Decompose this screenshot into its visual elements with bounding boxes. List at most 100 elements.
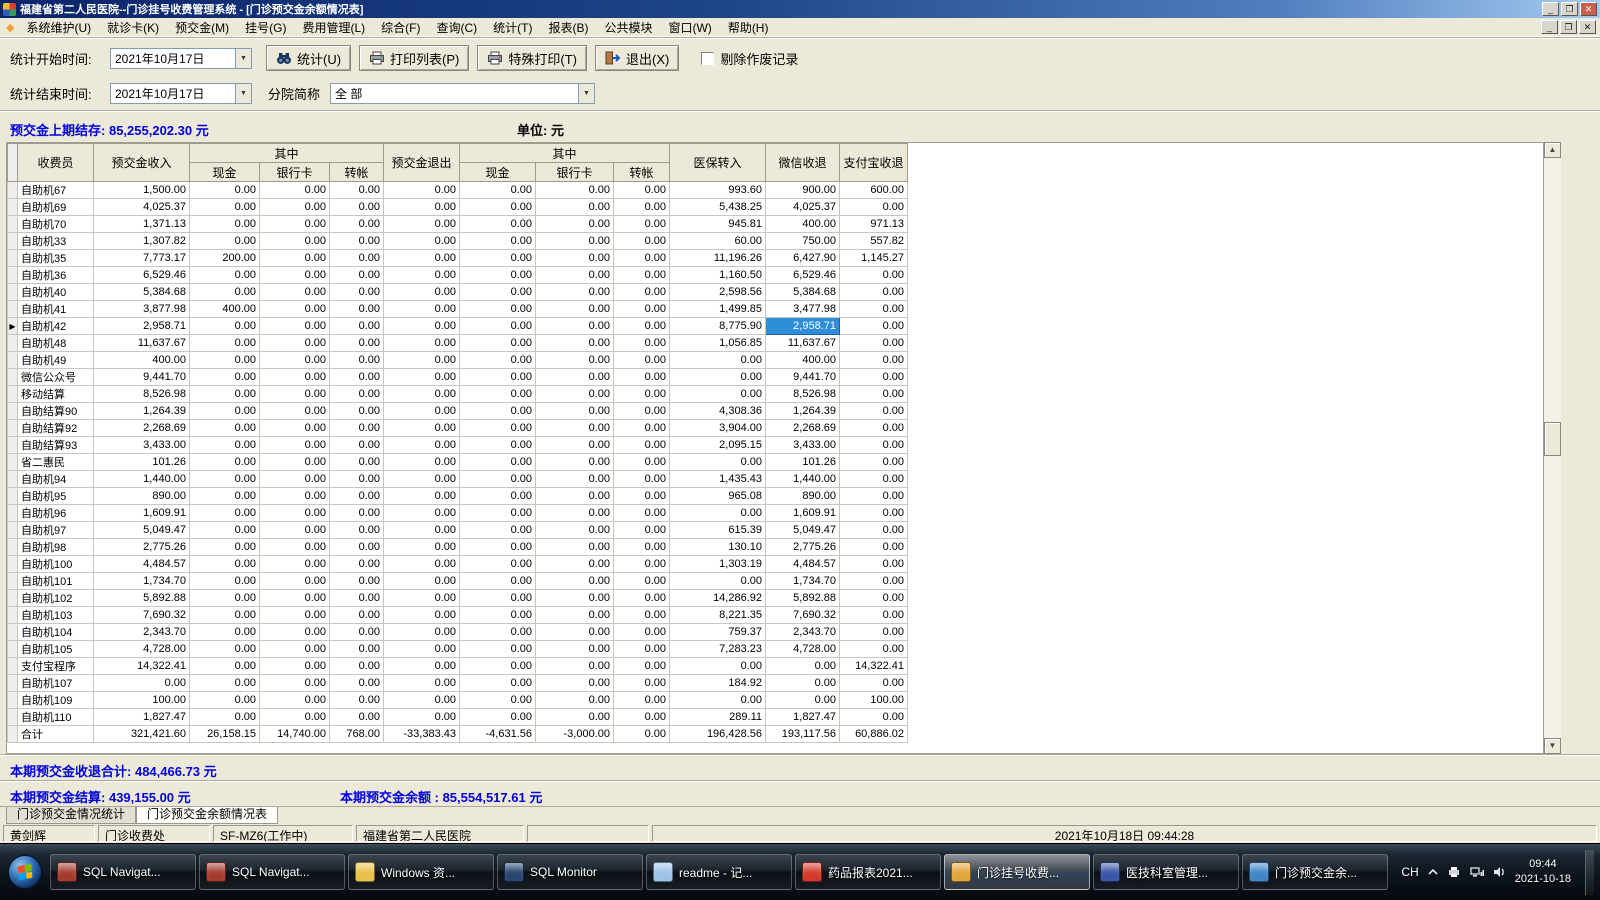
table-row[interactable]: 自助机104 2,343.70 0.00 0.00 0.00 0.00 0.00 0.00 0.…: [7, 623, 908, 641]
value-cell[interactable]: 0.00: [669, 657, 766, 675]
value-cell[interactable]: 4,308.36: [669, 402, 766, 420]
value-cell[interactable]: 5,384.68: [765, 283, 840, 301]
taskbar-button[interactable]: SQL Navigat...: [50, 854, 196, 890]
value-cell[interactable]: 0.00: [383, 674, 460, 692]
value-cell[interactable]: 0.00: [839, 402, 908, 420]
value-cell[interactable]: 0.00: [613, 283, 670, 301]
value-cell[interactable]: 130.10: [669, 538, 766, 556]
value-cell[interactable]: 1,440.00: [93, 470, 190, 488]
value-cell[interactable]: 0.00: [535, 572, 614, 590]
value-cell[interactable]: 0.00: [459, 181, 536, 199]
chevron-down-icon[interactable]: ▼: [235, 48, 251, 68]
taskbar-button[interactable]: readme - 记...: [646, 854, 792, 890]
value-cell[interactable]: 2,958.71: [93, 317, 190, 335]
value-cell[interactable]: 0.00: [259, 232, 330, 250]
value-cell[interactable]: 400.00: [765, 215, 840, 233]
value-cell[interactable]: 0.00: [259, 351, 330, 369]
value-cell[interactable]: 0.00: [613, 300, 670, 318]
value-cell[interactable]: 0.00: [383, 691, 460, 709]
table-row[interactable]: 自助机100 4,484.57 0.00 0.00 0.00 0.00 0.00 0.00 0.…: [7, 555, 908, 573]
value-cell[interactable]: 0.00: [189, 589, 260, 607]
value-cell[interactable]: 11,637.67: [93, 334, 190, 352]
menu-item[interactable]: 报表(B): [540, 17, 596, 38]
value-cell[interactable]: 0.00: [329, 674, 384, 692]
value-cell[interactable]: 0.00: [839, 300, 908, 318]
value-cell[interactable]: 0.00: [329, 266, 384, 284]
value-cell[interactable]: 7,690.32: [93, 606, 190, 624]
value-cell[interactable]: 0.00: [613, 334, 670, 352]
cashier-cell[interactable]: 自助机41: [17, 300, 94, 318]
table-row[interactable]: 自助结算90 1,264.39 0.00 0.00 0.00 0.00 0.00 0.00 0.…: [7, 402, 908, 420]
value-cell[interactable]: 0.00: [189, 504, 260, 522]
value-cell[interactable]: 0.00: [535, 504, 614, 522]
value-cell[interactable]: 5,438.25: [669, 198, 766, 216]
value-cell[interactable]: 0.00: [765, 657, 840, 675]
value-cell[interactable]: 0.00: [189, 232, 260, 250]
value-cell[interactable]: 0.00: [259, 504, 330, 522]
menu-item[interactable]: 窗口(W): [660, 17, 719, 38]
value-cell[interactable]: 0.00: [613, 198, 670, 216]
value-cell[interactable]: 0.00: [839, 640, 908, 658]
value-cell[interactable]: 890.00: [765, 487, 840, 505]
value-cell[interactable]: 0.00: [259, 181, 330, 199]
value-cell[interactable]: 0.00: [535, 181, 614, 199]
value-cell[interactable]: 0.00: [765, 691, 840, 709]
table-row[interactable]: 自助机97 5,049.47 0.00 0.00 0.00 0.00 0.00 0.00 0.0…: [7, 521, 908, 539]
value-cell[interactable]: 101.26: [93, 453, 190, 471]
value-cell[interactable]: 4,484.57: [765, 555, 840, 573]
end-time-combobox[interactable]: 2021年10月17日 ▼: [110, 82, 252, 104]
menu-item[interactable]: 综合(F): [373, 17, 428, 38]
value-cell[interactable]: 0.00: [839, 504, 908, 522]
cashier-cell[interactable]: 自助机70: [17, 215, 94, 233]
value-cell[interactable]: 0.00: [259, 589, 330, 607]
cashier-cell[interactable]: 自助机96: [17, 504, 94, 522]
value-cell[interactable]: 0.00: [329, 487, 384, 505]
tab-deposit-balance-report[interactable]: 门诊预交金余额情况表: [136, 807, 279, 824]
value-cell[interactable]: 0.00: [259, 334, 330, 352]
value-cell[interactable]: 8,526.98: [765, 385, 840, 403]
menu-item[interactable]: 挂号(G): [237, 17, 294, 38]
value-cell[interactable]: 1,827.47: [93, 708, 190, 726]
value-cell[interactable]: 0.00: [383, 283, 460, 301]
value-cell[interactable]: 0.00: [535, 606, 614, 624]
value-cell[interactable]: 0.00: [459, 232, 536, 250]
value-cell[interactable]: 0.00: [259, 436, 330, 454]
value-cell[interactable]: 0.00: [329, 470, 384, 488]
value-cell[interactable]: 0.00: [383, 266, 460, 284]
value-cell[interactable]: 0.00: [459, 266, 536, 284]
cashier-cell[interactable]: 自助机103: [17, 606, 94, 624]
cashier-cell[interactable]: 自助机97: [17, 521, 94, 539]
value-cell[interactable]: 0.00: [613, 385, 670, 403]
cashier-cell[interactable]: 自助机67: [17, 181, 94, 199]
value-cell[interactable]: 0.00: [839, 266, 908, 284]
cashier-cell[interactable]: 自助机109: [17, 691, 94, 709]
value-cell[interactable]: 0.00: [839, 436, 908, 454]
value-cell[interactable]: 2,343.70: [93, 623, 190, 641]
table-row[interactable]: 自助机107 0.00 0.00 0.00 0.00 0.00 0.00 0.00 0.00 18…: [7, 674, 908, 692]
value-cell[interactable]: 0.00: [459, 674, 536, 692]
taskbar-clock[interactable]: 09:44 2021-10-18: [1515, 857, 1571, 887]
value-cell[interactable]: 0.00: [535, 470, 614, 488]
value-cell[interactable]: 3,433.00: [93, 436, 190, 454]
exclude-void-checkbox[interactable]: [701, 51, 715, 65]
cashier-cell[interactable]: 微信公众号: [17, 368, 94, 386]
cashier-cell[interactable]: 自助机100: [17, 555, 94, 573]
value-cell[interactable]: 0.00: [613, 249, 670, 267]
value-cell[interactable]: 184.92: [669, 674, 766, 692]
value-cell[interactable]: 0.00: [613, 640, 670, 658]
value-cell[interactable]: 0.00: [329, 317, 384, 335]
value-cell[interactable]: 14,286.92: [669, 589, 766, 607]
value-cell[interactable]: 0.00: [535, 623, 614, 641]
value-cell[interactable]: 0.00: [839, 351, 908, 369]
value-cell[interactable]: 0.00: [459, 538, 536, 556]
value-cell[interactable]: 0.00: [383, 300, 460, 318]
menu-item[interactable]: 统计(T): [485, 17, 540, 38]
value-cell[interactable]: 0.00: [839, 453, 908, 471]
value-cell[interactable]: 321,421.60: [93, 725, 190, 743]
value-cell[interactable]: 0.00: [459, 691, 536, 709]
value-cell[interactable]: 0.00: [535, 708, 614, 726]
cashier-cell[interactable]: 自助机107: [17, 674, 94, 692]
table-row[interactable]: 自助机109 100.00 0.00 0.00 0.00 0.00 0.00 0.00 0.00…: [7, 691, 908, 709]
cashier-cell[interactable]: 自助结算92: [17, 419, 94, 437]
value-cell[interactable]: 1,827.47: [765, 708, 840, 726]
